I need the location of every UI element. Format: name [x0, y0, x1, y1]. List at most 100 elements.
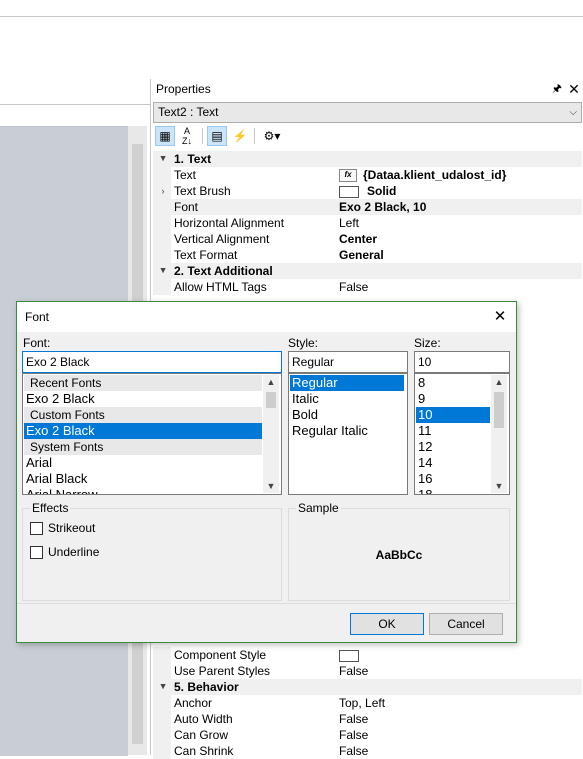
list-item[interactable]: Italic	[290, 391, 404, 407]
property-row[interactable]: › Text Brush Solid	[153, 183, 582, 199]
list-item[interactable]: 11	[416, 423, 490, 439]
alphabetical-icon[interactable]: A Z↓	[177, 126, 197, 146]
list-item[interactable]: Arial Black	[24, 471, 262, 487]
property-value[interactable]: Solid	[339, 183, 396, 199]
strikeout-label: Strikeout	[48, 521, 96, 535]
close-icon[interactable]: ✕	[567, 80, 581, 97]
list-item[interactable]: Arial	[24, 455, 262, 471]
effects-title: Effects	[30, 501, 71, 515]
property-value[interactable]: Left	[339, 215, 359, 231]
collapse-icon[interactable]: ▲	[158, 151, 168, 167]
property-row[interactable]: Horizontal Alignment Left	[153, 215, 582, 231]
list-item[interactable]: 14	[416, 455, 490, 471]
cancel-button[interactable]: Cancel	[429, 613, 503, 635]
property-value[interactable]: False	[339, 743, 368, 759]
property-row[interactable]: Component Style	[153, 647, 582, 663]
list-item[interactable]: 8	[416, 375, 490, 391]
font-name-input[interactable]: Exo 2 Black	[22, 351, 282, 373]
property-row[interactable]: Vertical Alignment Center	[153, 231, 582, 247]
row-gutter	[153, 663, 171, 679]
settings-icon[interactable]: ⚙▾	[259, 126, 285, 146]
list-item[interactable]: 12	[416, 439, 490, 455]
list-item[interactable]: 10	[416, 407, 490, 423]
property-value[interactable]: Exo 2 Black, 10	[339, 199, 426, 215]
style-list[interactable]: Regular Italic Bold Italic Regular	[288, 373, 408, 495]
property-row[interactable]: Can Shrink False	[153, 743, 582, 759]
list-item[interactable]: Regular	[290, 375, 404, 391]
list-item[interactable]: Regular Italic	[290, 423, 404, 439]
property-row[interactable]: Font Exo 2 Black, 10	[153, 199, 582, 215]
ok-button[interactable]: OK	[350, 613, 424, 635]
font-list-scrollbar[interactable]: ▲ ▼	[263, 375, 279, 493]
property-row[interactable]: Allow HTML Tags False	[153, 279, 582, 295]
properties-icon[interactable]: ▤	[207, 126, 227, 146]
sample-title: Sample	[296, 501, 341, 515]
property-value-text: {Dataa.klient_udalost_id}	[363, 168, 507, 182]
list-item[interactable]: Arial Narrow	[24, 487, 262, 495]
list-item-label: Arial Narrow	[26, 487, 98, 495]
property-name: Vertical Alignment	[174, 232, 270, 246]
size-input[interactable]: 10	[414, 351, 510, 373]
chevron-down-icon[interactable]: ▼	[491, 479, 507, 493]
chevron-down-icon[interactable]: ▼	[263, 479, 279, 493]
expression-icon[interactable]: fx	[339, 169, 357, 183]
property-name: Text	[174, 168, 197, 182]
categorized-icon[interactable]: ▦	[155, 126, 175, 146]
property-value[interactable]: fx {Dataa.klient_udalost_id}	[339, 167, 506, 183]
list-item[interactable]: 16	[416, 471, 490, 487]
property-name: Anchor	[174, 696, 213, 710]
property-value[interactable]	[339, 647, 367, 663]
scrollbar-thumb[interactable]	[266, 392, 276, 408]
list-item-label: Arial	[26, 455, 53, 470]
property-row[interactable]: Can Grow False	[153, 727, 582, 743]
list-item-label: Recent Fonts	[30, 376, 102, 390]
properties-title: Properties	[156, 82, 211, 96]
property-name: Allow HTML Tags	[174, 280, 267, 294]
font-list[interactable]: Arial Narrow Arial Black Arial System Fonts…	[22, 373, 282, 495]
property-row[interactable]: Anchor Top, Left	[153, 695, 582, 711]
property-row[interactable]: Text Format General	[153, 247, 582, 263]
style-input[interactable]: Regular	[288, 351, 408, 373]
list-item[interactable]: Exo 2 Black	[24, 423, 262, 439]
property-row[interactable]: Auto Width False	[153, 711, 582, 727]
property-row[interactable]: Text fx {Dataa.klient_udalost_id}	[153, 167, 582, 183]
property-value[interactable]: General	[339, 247, 384, 263]
property-value[interactable]: Top, Left	[339, 695, 385, 711]
close-icon[interactable]: ✕	[489, 306, 511, 328]
row-gutter	[153, 199, 171, 215]
property-value[interactable]: False	[339, 663, 368, 679]
list-item[interactable]: 18	[416, 487, 490, 494]
underline-checkbox[interactable]	[30, 546, 43, 559]
size-list[interactable]: 18 16 14 12 11 10 9 8 ▲ ▼	[414, 373, 510, 495]
property-value[interactable]: False	[339, 727, 368, 743]
property-category[interactable]: ▲ 1. Text	[153, 151, 582, 167]
list-item[interactable]: 9	[416, 391, 490, 407]
chevron-up-icon[interactable]: ▲	[491, 375, 507, 389]
property-value[interactable]: False	[339, 279, 368, 295]
object-selector-dropdown[interactable]: Text2 : Text ⌵	[153, 102, 582, 123]
chevron-down-icon: ⌵	[569, 107, 577, 118]
strikeout-checkbox[interactable]	[30, 522, 43, 535]
property-value-text: False	[339, 744, 369, 758]
property-category[interactable]: ▲ 2. Text Additional	[153, 263, 582, 279]
font-label: Font:	[23, 336, 51, 350]
property-row[interactable]: Use Parent Styles False	[153, 663, 582, 679]
size-label: Size:	[414, 336, 441, 350]
chevron-up-icon[interactable]: ▲	[263, 375, 279, 389]
property-value[interactable]: Center	[339, 231, 377, 247]
pin-icon[interactable]: 🖈	[550, 80, 564, 96]
collapse-icon[interactable]: ▲	[158, 263, 168, 279]
style-label: Style:	[288, 336, 319, 350]
list-item[interactable]: Exo 2 Black	[24, 391, 262, 407]
collapse-icon[interactable]: ▲	[158, 679, 168, 695]
list-item[interactable]: Bold	[290, 407, 404, 423]
expand-icon[interactable]: ›	[158, 183, 168, 199]
list-item-label: Italic	[292, 391, 319, 406]
list-item-label: 10	[418, 407, 433, 422]
font-name-value: Exo 2 Black	[26, 355, 90, 369]
property-value[interactable]: False	[339, 711, 368, 727]
events-icon[interactable]: ⚡	[230, 126, 250, 146]
property-category[interactable]: ▲ 5. Behavior	[153, 679, 582, 695]
scrollbar-thumb[interactable]	[494, 392, 504, 428]
size-list-scrollbar[interactable]: ▲ ▼	[491, 375, 507, 493]
